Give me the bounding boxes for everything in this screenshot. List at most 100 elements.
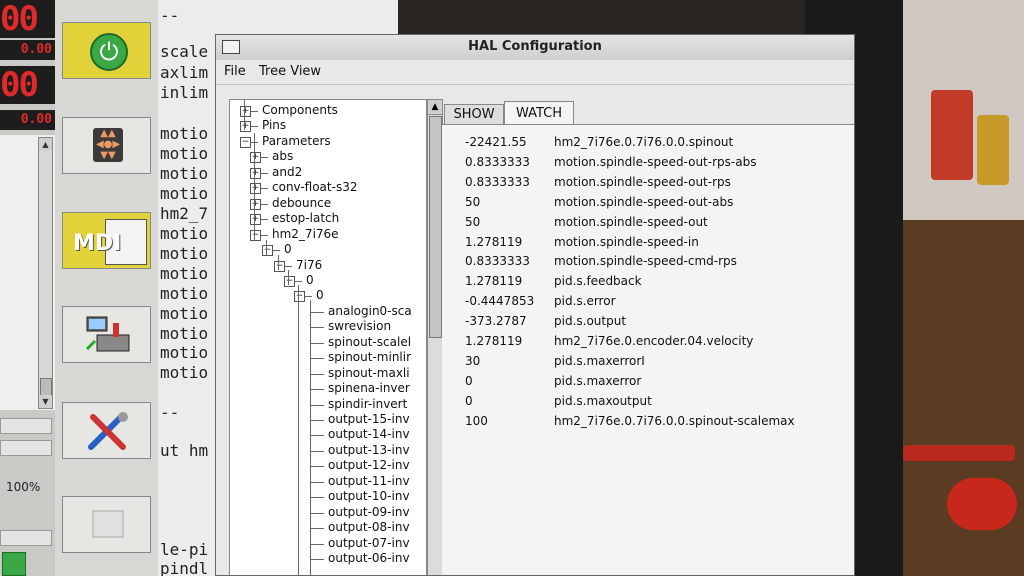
expand-icon[interactable]: +: [240, 121, 251, 133]
watch-signal-name: hm2_7i76e.0.7i76.0.0.spinout: [554, 135, 734, 149]
tree-node[interactable]: output-07-inv: [328, 536, 410, 550]
tree-node[interactable]: output-10-inv: [328, 489, 410, 503]
scroll-down-icon[interactable]: ▼: [39, 395, 52, 408]
tree-connector: [310, 543, 324, 545]
tree-node[interactable]: spinout-scalel: [328, 335, 411, 349]
cnc-machine-icon: [85, 316, 130, 352]
watch-row[interactable]: 0.8333333 motion.spindle-speed-out-rps: [442, 174, 854, 195]
watch-value: 0.8333333: [465, 254, 530, 269]
collapse-icon[interactable]: −: [250, 229, 261, 241]
tree-node[interactable]: output-15-inv: [328, 412, 410, 426]
watch-row[interactable]: 100 hm2_7i76e.0.7i76.0.0.spinout-scalemax: [442, 413, 854, 434]
watch-row[interactable]: -0.4447853 pid.s.error: [442, 294, 854, 314]
tree-node[interactable]: 0: [306, 273, 314, 287]
watch-row[interactable]: 0 pid.s.maxerror: [442, 374, 854, 394]
watch-signal-name: hm2_7i76e.0.7i76.0.0.spinout-scalemax: [554, 413, 795, 428]
watch-signal-name: motion.spindle-speed-cmd-rps: [554, 254, 737, 269]
tree-node[interactable]: spinout-minlir: [328, 350, 411, 364]
tab-watch[interactable]: WATCH: [504, 101, 574, 125]
menu-file[interactable]: File: [224, 64, 246, 79]
watch-row[interactable]: 50 motion.spindle-speed-out: [442, 215, 854, 235]
expand-icon[interactable]: +: [250, 183, 261, 195]
tree-node[interactable]: conv-float-s32: [272, 180, 357, 194]
tree-node[interactable]: output-08-inv: [328, 520, 410, 534]
override-slider[interactable]: [0, 418, 52, 434]
tree-node[interactable]: spinout-maxli: [328, 366, 410, 380]
tree-connector: [310, 311, 324, 313]
watch-row[interactable]: 50 motion.spindle-speed-out-abs: [442, 194, 854, 215]
tree-node[interactable]: Parameters: [262, 134, 331, 148]
tree-node[interactable]: estop-latch: [272, 211, 339, 225]
scroll-up-icon[interactable]: ▲: [428, 100, 442, 115]
tree-node[interactable]: spinena-inver: [328, 381, 410, 395]
mdi-label: MDI: [73, 231, 122, 256]
tree-view[interactable]: + Components + Pins − Parameters + abs + and2 + con…: [229, 99, 427, 575]
tab-show[interactable]: SHOW: [444, 104, 504, 125]
menu-tree-view[interactable]: Tree View: [259, 64, 321, 79]
background-text-line: motio: [160, 164, 209, 183]
power-button[interactable]: [62, 22, 151, 79]
zoom-slider[interactable]: [0, 530, 52, 546]
watch-row[interactable]: 1.278119 motion.spindle-speed-in: [442, 235, 854, 255]
watch-row[interactable]: 0.8333333 motion.spindle-speed-cmd-rps: [442, 254, 854, 274]
tree-node[interactable]: 7i76: [296, 258, 322, 272]
watch-signal-name: pid.s.error: [554, 294, 616, 309]
background-text-line: --: [160, 403, 180, 422]
tree-node[interactable]: spindir-invert: [328, 397, 407, 411]
scroll-up-icon[interactable]: ▲: [39, 138, 52, 151]
watch-value: 30: [465, 353, 481, 368]
tree-node[interactable]: 0: [316, 288, 324, 302]
machine-button[interactable]: [62, 306, 151, 363]
tree-node[interactable]: output-09-inv: [328, 505, 410, 519]
watch-value: 0.8333333: [465, 174, 530, 189]
watch-row[interactable]: 1.278119 pid.s.feedback: [442, 274, 854, 294]
tree-scrollbar[interactable]: ▲: [427, 99, 443, 575]
expand-icon[interactable]: +: [240, 106, 251, 117]
tree-node[interactable]: debounce: [272, 196, 331, 210]
tree-node[interactable]: output-06-inv: [328, 551, 410, 565]
tree-node[interactable]: output-11-inv: [328, 474, 410, 488]
watch-row[interactable]: -373.2787 pid.s.output: [442, 314, 854, 334]
tree-node[interactable]: output-13-inv: [328, 443, 410, 457]
collapse-icon[interactable]: −: [274, 260, 285, 272]
tree-node[interactable]: Components: [262, 103, 338, 117]
tree-node[interactable]: and2: [272, 165, 302, 179]
collapse-icon[interactable]: −: [262, 245, 273, 257]
tree-node[interactable]: Pins: [262, 118, 286, 132]
tree-node[interactable]: hm2_7i76e: [272, 227, 339, 241]
watch-row[interactable]: 0 pid.s.maxoutput: [442, 394, 854, 414]
tools-button[interactable]: [62, 402, 151, 459]
hal-configuration-window[interactable]: HAL Configuration File Tree View + Compon…: [215, 34, 855, 576]
watch-row[interactable]: -22421.55 hm2_7i76e.0.7i76.0.0.spinout: [442, 135, 854, 155]
tree-connector: [310, 358, 324, 360]
disabled-button[interactable]: [62, 496, 151, 553]
watch-row[interactable]: 1.278119 hm2_7i76e.0.encoder.04.velocity: [442, 334, 854, 354]
tree-node[interactable]: abs: [272, 149, 293, 163]
tree-connector: [310, 450, 324, 452]
jog-button[interactable]: ▲▲ ◀●▶ ▼▼: [62, 117, 151, 174]
tree-node[interactable]: output-12-inv: [328, 458, 410, 472]
background-text-line: scale: [160, 42, 209, 61]
scroll-thumb[interactable]: [429, 116, 442, 338]
tree-node[interactable]: swrevision: [328, 319, 391, 333]
tree-node[interactable]: 0: [284, 242, 292, 256]
background-text-line: motio: [160, 224, 209, 243]
file-list-scrollbar[interactable]: ▲ ▼: [38, 137, 53, 409]
watch-row[interactable]: 0.8333333 motion.spindle-speed-out-rps-ab…: [442, 155, 854, 175]
expand-icon[interactable]: +: [250, 167, 261, 179]
watch-value: 50: [465, 194, 481, 209]
tree-node[interactable]: analogin0-sca: [328, 304, 412, 318]
mdi-button[interactable]: MDI: [62, 212, 151, 269]
expand-icon[interactable]: +: [250, 152, 261, 164]
background-text-line: motio: [160, 304, 209, 323]
tree-node[interactable]: output-14-inv: [328, 427, 410, 441]
collapse-icon[interactable]: −: [294, 291, 305, 303]
expand-icon[interactable]: +: [250, 214, 261, 226]
collapse-icon[interactable]: −: [284, 275, 295, 287]
watch-row[interactable]: 30 pid.s.maxerrorI: [442, 353, 854, 374]
background-text-line: pindl: [160, 559, 209, 576]
window-titlebar[interactable]: HAL Configuration: [216, 35, 854, 61]
expand-icon[interactable]: +: [250, 198, 261, 210]
collapse-icon[interactable]: −: [240, 136, 251, 148]
override-slider-2[interactable]: [0, 440, 52, 456]
